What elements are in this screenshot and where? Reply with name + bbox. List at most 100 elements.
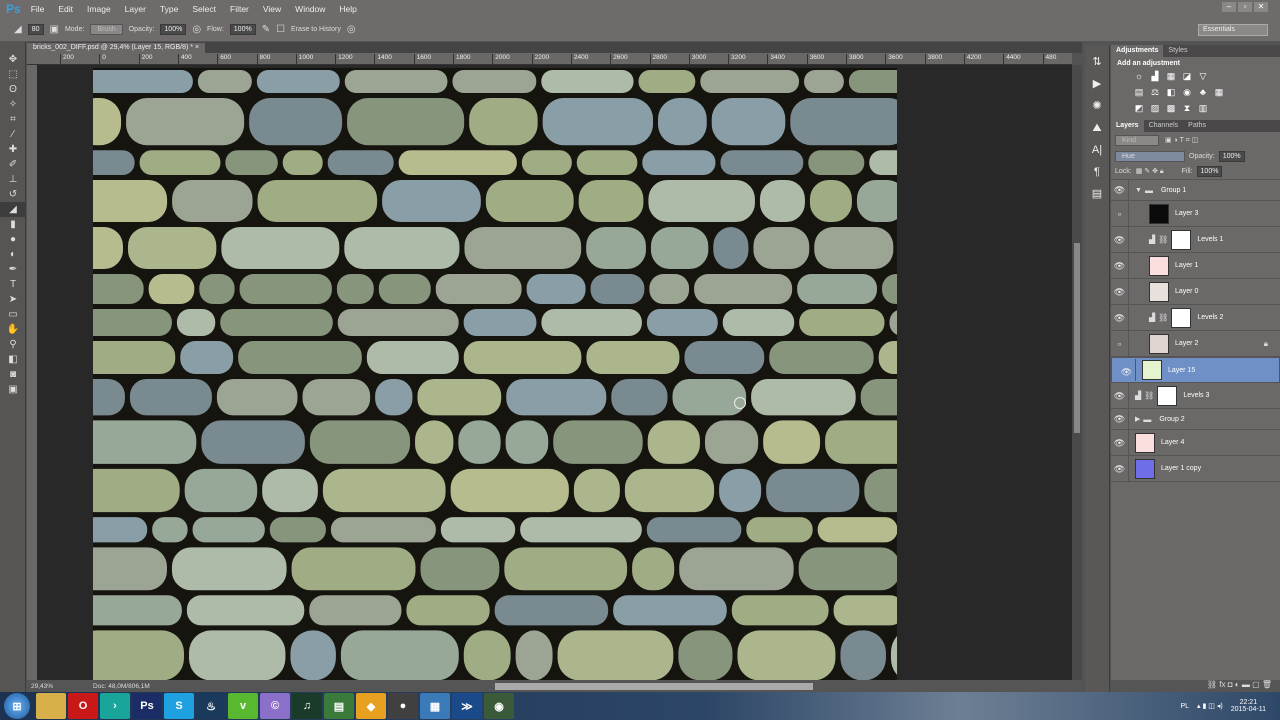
color-balance-icon[interactable]: ⚖ xyxy=(1149,86,1161,98)
layer-mask-thumbnail[interactable] xyxy=(1171,307,1192,328)
canvas-workspace[interactable] xyxy=(37,65,1072,680)
layer-thumbnail[interactable] xyxy=(1135,432,1155,453)
menu-window[interactable]: Window xyxy=(295,4,325,14)
spotify-icon[interactable]: ♫ xyxy=(292,693,322,719)
skype-icon[interactable]: S xyxy=(164,693,194,719)
layer-row[interactable]: 👁︎ Layer 4 xyxy=(1111,430,1280,456)
layer-thumbnail[interactable] xyxy=(1149,281,1169,302)
app6-icon[interactable]: ◉ xyxy=(484,693,514,719)
color-swatches-icon[interactable]: ◧ xyxy=(0,352,26,367)
color-lookup-icon[interactable]: ▦ xyxy=(1213,86,1225,98)
dodge-tool-icon[interactable]: ◐ xyxy=(0,247,26,262)
clone-source-icon[interactable]: ⛰ xyxy=(1085,117,1109,139)
brush-tool-icon[interactable]: ✐ xyxy=(0,157,26,172)
arrow-app-icon[interactable]: › xyxy=(100,693,130,719)
steam-icon[interactable]: ♨ xyxy=(196,693,226,719)
vine-icon[interactable]: v xyxy=(228,693,258,719)
zoom-tool-icon[interactable]: ⚲ xyxy=(0,337,26,352)
quick-mask-icon[interactable]: ◙ xyxy=(0,367,26,382)
tab-adjustments[interactable]: Adjustments xyxy=(1111,45,1164,57)
layer-row[interactable]: 👁︎ ▟ ⛓ Levels 3 xyxy=(1111,383,1280,409)
menu-layer[interactable]: Layer xyxy=(125,4,146,14)
vibrance-icon[interactable]: ▽ xyxy=(1197,70,1209,82)
layer-row[interactable]: 👁︎ Layer 1 xyxy=(1111,253,1280,279)
lasso-tool-icon[interactable]: ʘ xyxy=(0,82,26,97)
posterize-icon[interactable]: ▨ xyxy=(1149,102,1161,114)
menu-select[interactable]: Select xyxy=(192,4,216,14)
tab-styles[interactable]: Styles xyxy=(1163,45,1192,57)
eyedropper-tool-icon[interactable]: ⁄ xyxy=(0,127,26,142)
photoshop-icon[interactable]: Ps xyxy=(132,693,162,719)
pressure-opacity-icon[interactable]: ◎ xyxy=(192,24,201,35)
history-icon[interactable]: ⇅ xyxy=(1085,51,1109,73)
menu-image[interactable]: Image xyxy=(87,4,111,14)
layer-name[interactable]: Group 1 xyxy=(1161,187,1186,194)
minimize-button[interactable]: – xyxy=(1222,2,1236,12)
layer-name[interactable]: Layer 0 xyxy=(1175,288,1198,295)
layer-name[interactable]: Layer 15 xyxy=(1168,367,1195,374)
layer-row[interactable]: 👁︎ Layer 1 copy xyxy=(1111,456,1280,482)
menu-file[interactable]: File xyxy=(31,4,45,14)
tab-channels[interactable]: Channels xyxy=(1144,120,1184,132)
layer-name[interactable]: Layer 3 xyxy=(1175,210,1198,217)
app3-icon[interactable]: ● xyxy=(388,693,418,719)
workspace-select[interactable]: Essentials xyxy=(1198,24,1268,36)
layer-thumbnail[interactable] xyxy=(1149,203,1169,224)
app-icon[interactable]: ▤ xyxy=(324,693,354,719)
tab-layers[interactable]: Layers xyxy=(1111,120,1144,132)
visibility-eye-icon[interactable]: 👁︎ xyxy=(1111,409,1129,429)
layer-row[interactable]: ▫ Layer 3 xyxy=(1111,201,1280,227)
actions-play-icon[interactable]: ▶ xyxy=(1085,73,1109,95)
visibility-eye-icon[interactable]: 👁︎ xyxy=(1111,180,1129,200)
hand-tool-icon[interactable]: ✋ xyxy=(0,322,26,337)
layer-row[interactable]: ▫ Layer 2 🔒︎ xyxy=(1111,331,1280,357)
chevron-right-icon[interactable]: ▶ xyxy=(1135,415,1140,423)
curves-icon[interactable]: ▦ xyxy=(1165,70,1177,82)
horizontal-scrollbar-thumb[interactable] xyxy=(495,683,813,690)
visibility-toggle-empty[interactable]: ▫ xyxy=(1111,331,1129,356)
selective-color-icon[interactable]: ▥ xyxy=(1197,102,1209,114)
layer-row[interactable]: 👁︎ ▼ ▬ Group 1 xyxy=(1111,180,1280,201)
hue-saturation-icon[interactable]: ▤ xyxy=(1133,86,1145,98)
visibility-toggle-empty[interactable]: ▫ xyxy=(1111,201,1129,226)
visibility-eye-icon[interactable]: 👁︎ xyxy=(1111,227,1129,252)
tab-paths[interactable]: Paths xyxy=(1183,120,1211,132)
history-brush-icon[interactable]: ↺ xyxy=(0,187,26,202)
black-white-icon[interactable]: ◧ xyxy=(1165,86,1177,98)
opacity-input[interactable]: 100% xyxy=(160,24,187,35)
app2-icon[interactable]: ◆ xyxy=(356,693,386,719)
eraser-tool-icon[interactable]: ◢ xyxy=(14,24,22,35)
stamp-tool-icon[interactable]: ⊥ xyxy=(0,172,26,187)
photo-filter-icon[interactable]: ◉ xyxy=(1181,86,1193,98)
torrent-icon[interactable]: © xyxy=(260,693,290,719)
maximize-button[interactable]: ▫ xyxy=(1238,2,1252,12)
layer-row[interactable]: 👁︎ ▟ ⛓ Levels 2 xyxy=(1111,305,1280,331)
airbrush-icon[interactable]: ✎ xyxy=(262,24,270,35)
layer-name[interactable]: Levels 3 xyxy=(1183,392,1209,399)
layer-thumbnail[interactable] xyxy=(1149,333,1169,354)
paragraph-icon[interactable]: ¶ xyxy=(1085,161,1109,183)
start-button[interactable]: ⊞ xyxy=(4,693,30,719)
menu-help[interactable]: Help xyxy=(339,4,356,14)
document-canvas[interactable] xyxy=(75,68,1036,680)
layer-actions[interactable]: ⛓ fx ◘ ◐ ▬ ▢ 🗑︎ xyxy=(1111,680,1280,692)
threshold-icon[interactable]: ▩ xyxy=(1165,102,1177,114)
channel-mixer-icon[interactable]: ♣ xyxy=(1197,86,1209,98)
erase-history-checkbox[interactable]: ☐ xyxy=(276,24,285,35)
language-indicator[interactable]: PL xyxy=(1180,703,1189,710)
doc-size[interactable]: Doc: 48,0M/806,1M xyxy=(93,683,150,690)
layer-name[interactable]: Levels 1 xyxy=(1197,236,1223,243)
layer-mask-thumbnail[interactable] xyxy=(1157,385,1178,406)
quick-select-tool-icon[interactable]: ✧ xyxy=(0,97,26,112)
folder-icon[interactable] xyxy=(36,693,66,719)
tray-icons[interactable]: ▴ ▮ ◫ ◂) xyxy=(1197,702,1223,710)
layer-opacity-input[interactable]: 100% xyxy=(1218,151,1245,162)
healing-tool-icon[interactable]: ✚ xyxy=(0,142,26,157)
notes-icon[interactable]: ▤ xyxy=(1085,183,1109,205)
screen-mode-icon[interactable]: ▣ xyxy=(0,382,26,397)
path-select-tool-icon[interactable]: ➤ xyxy=(0,292,26,307)
layer-name[interactable]: Group 2 xyxy=(1159,416,1184,423)
layer-thumbnail[interactable] xyxy=(1142,360,1162,380)
crop-tool-icon[interactable]: ⌗ xyxy=(0,112,26,127)
visibility-eye-icon[interactable]: 👁︎ xyxy=(1111,279,1129,304)
